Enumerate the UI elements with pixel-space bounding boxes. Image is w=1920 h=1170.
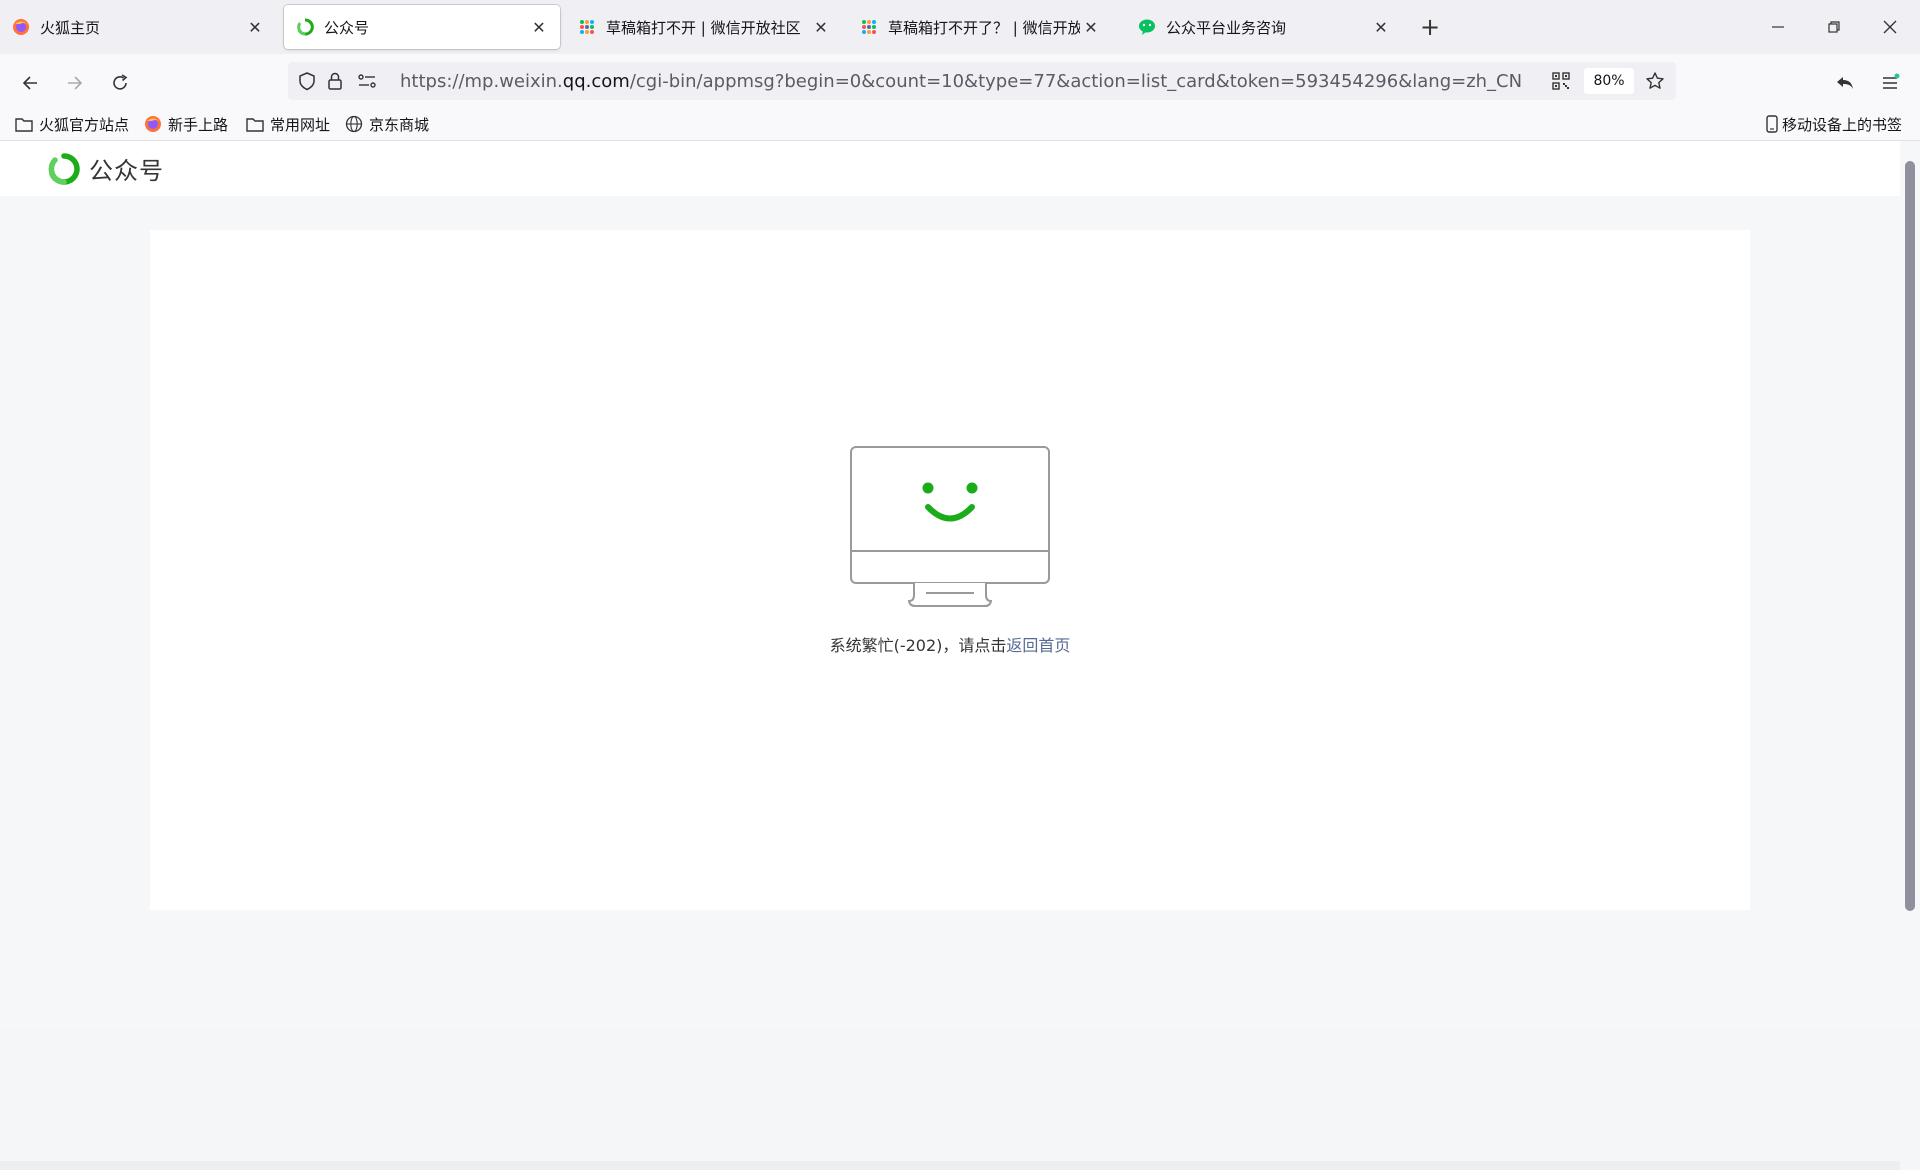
restore-button[interactable] xyxy=(1806,0,1862,54)
back-button[interactable] xyxy=(14,67,46,99)
close-icon[interactable]: ✕ xyxy=(810,16,832,38)
close-icon[interactable]: ✕ xyxy=(1370,16,1392,38)
return-home-link[interactable]: 返回首页 xyxy=(1006,636,1070,655)
tab-firefox-home[interactable]: 火狐主页 ✕ xyxy=(0,5,276,49)
shield-icon[interactable] xyxy=(296,70,318,92)
page-content: 公众号 系统繁忙(-202)，请点击返回首页 xyxy=(0,141,1900,1170)
navigation-bar: https://mp.weixin.qq.com/cgi-bin/appmsg?… xyxy=(0,54,1920,108)
bottom-strip xyxy=(0,1161,1900,1170)
tab-community-1[interactable]: 草稿箱打不开 | 微信开放社区 ✕ xyxy=(566,5,842,49)
qr-code-icon[interactable] xyxy=(1550,70,1572,92)
address-bar[interactable]: https://mp.weixin.qq.com/cgi-bin/appmsg?… xyxy=(288,62,1676,100)
site-header: 公众号 xyxy=(0,141,1900,196)
url-path: /cgi-bin/appmsg?begin=0&count=10&type=77… xyxy=(629,71,1523,92)
tab-wechat-consult[interactable]: 公众平台业务咨询 ✕ xyxy=(1126,5,1402,49)
tab-bar: 火狐主页 ✕ 公众号 ✕ 草稿箱打不开 | 微信开放社区 ✕ 草稿箱打不开了？ … xyxy=(0,0,1920,54)
forward-button[interactable] xyxy=(59,67,91,99)
tab-label: 草稿箱打不开了？ | 微信开放社 xyxy=(888,18,1080,37)
mobile-bookmarks-folder[interactable]: 移动设备上的书签 xyxy=(1766,113,1902,135)
forward-arrow-icon xyxy=(68,76,83,90)
weixin-mp-icon xyxy=(296,18,314,36)
tab-label: 公众号 xyxy=(324,18,370,37)
error-card: 系统繁忙(-202)，请点击返回首页 xyxy=(150,230,1750,910)
restore-icon xyxy=(1828,21,1840,33)
mobile-device-icon xyxy=(1766,115,1778,133)
tab-weixin-mp[interactable]: 公众号 ✕ xyxy=(284,5,560,49)
lock-icon[interactable] xyxy=(324,70,346,92)
bookmarks-bar: 火狐官方站点 新手上路 常用网址 京东商城 移动设备上的书签 xyxy=(0,108,1920,141)
site-logo[interactable]: 公众号 xyxy=(47,151,164,186)
permissions-icon[interactable] xyxy=(356,70,378,92)
minimize-button[interactable] xyxy=(1750,0,1806,54)
bookmark-getting-started[interactable]: 新手上路 xyxy=(144,113,228,135)
back-arrow-icon xyxy=(22,76,37,90)
community-icon xyxy=(578,18,596,36)
bookmark-label: 常用网址 xyxy=(270,115,331,134)
new-tab-button[interactable]: + xyxy=(1416,13,1444,41)
wechat-icon xyxy=(1138,18,1156,36)
close-icon[interactable]: ✕ xyxy=(1080,16,1102,38)
bookmark-star-icon[interactable] xyxy=(1644,70,1666,92)
weixin-mp-logo-icon xyxy=(48,152,80,185)
tab-community-2[interactable]: 草稿箱打不开了？ | 微信开放社 ✕ xyxy=(848,5,1112,49)
close-icon[interactable]: ✕ xyxy=(244,16,266,38)
undo-close-button[interactable] xyxy=(1829,67,1861,99)
scrollbar-thumb[interactable] xyxy=(1905,161,1915,911)
community-icon xyxy=(860,18,878,36)
url-text[interactable]: https://mp.weixin.qq.com/cgi-bin/appmsg?… xyxy=(400,71,1522,92)
bookmark-label: 火狐官方站点 xyxy=(39,115,130,134)
bookmark-label: 新手上路 xyxy=(168,115,229,134)
close-icon[interactable]: ✕ xyxy=(528,16,550,38)
scrollbar[interactable] xyxy=(1900,141,1920,1029)
zoom-level[interactable]: 80% xyxy=(1584,68,1634,94)
error-text: 系统繁忙(-202)，请点击 xyxy=(829,636,1007,655)
site-logo-text: 公众号 xyxy=(89,157,164,185)
url-prefix: https://mp.weixin. xyxy=(400,71,563,92)
folder-icon xyxy=(15,115,33,133)
mobile-bookmarks-label: 移动设备上的书签 xyxy=(1782,115,1903,134)
tab-label: 公众平台业务咨询 xyxy=(1166,18,1287,37)
reply-arrow-icon xyxy=(1837,77,1853,89)
close-icon xyxy=(1883,20,1897,34)
reload-button[interactable] xyxy=(104,67,136,99)
firefox-icon xyxy=(144,115,162,133)
minimize-icon xyxy=(1772,26,1784,28)
monitor-smiley-icon xyxy=(850,446,1050,607)
error-message: 系统繁忙(-202)，请点击返回首页 xyxy=(150,632,1750,656)
menu-button[interactable] xyxy=(1874,67,1906,99)
firefox-icon xyxy=(12,18,30,36)
reload-icon xyxy=(113,74,128,90)
tab-label: 火狐主页 xyxy=(40,18,101,37)
folder-icon xyxy=(246,115,264,133)
tab-label: 草稿箱打不开 | 微信开放社区 xyxy=(606,18,801,37)
hamburger-menu-icon xyxy=(1883,73,1900,89)
url-domain: qq.com xyxy=(562,71,630,92)
globe-icon xyxy=(345,115,363,133)
bookmark-jd-mall[interactable]: 京东商城 xyxy=(345,113,429,135)
bookmark-firefox-official[interactable]: 火狐官方站点 xyxy=(15,113,129,135)
close-window-button[interactable] xyxy=(1862,0,1918,54)
bookmark-label: 京东商城 xyxy=(369,115,430,134)
bookmark-common-sites[interactable]: 常用网址 xyxy=(246,113,330,135)
